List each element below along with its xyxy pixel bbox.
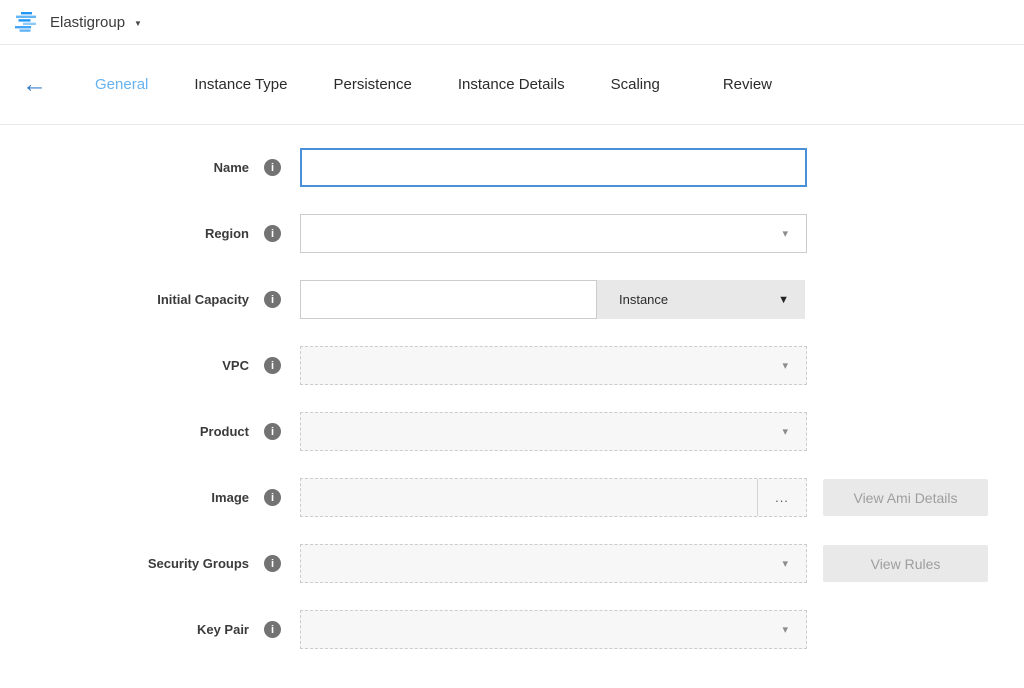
key-pair-info-icon[interactable]: i bbox=[264, 621, 281, 638]
security-groups-caret-icon: ▾ bbox=[782, 557, 788, 570]
image-browse-button[interactable]: ... bbox=[758, 479, 806, 516]
form-row-region: Region i ▾ bbox=[0, 214, 1024, 253]
initial-capacity-input[interactable] bbox=[300, 280, 597, 319]
security-groups-label: Security Groups bbox=[148, 556, 249, 571]
back-arrow-icon[interactable]: ← bbox=[22, 72, 47, 97]
elastigroup-logo-icon bbox=[14, 11, 40, 33]
tab-instance-type[interactable]: Instance Type bbox=[194, 76, 287, 93]
product-label: Product bbox=[200, 424, 249, 439]
security-groups-select: ▾ bbox=[300, 544, 807, 583]
key-pair-label: Key Pair bbox=[197, 622, 249, 637]
region-select[interactable]: ▾ bbox=[300, 214, 807, 253]
vpc-select: ▾ bbox=[300, 346, 807, 385]
tab-review[interactable]: Review bbox=[723, 76, 772, 93]
tab-general[interactable]: General bbox=[95, 76, 148, 93]
image-picker-value bbox=[301, 479, 757, 516]
product-info-icon[interactable]: i bbox=[264, 423, 281, 440]
app-switcher-caret-icon[interactable]: ▼ bbox=[134, 17, 142, 28]
form-row-security-groups: Security Groups i ▾ View Rules bbox=[0, 544, 1024, 583]
wizard-tab-bar: ← General Instance Type Persistence Inst… bbox=[0, 45, 1024, 125]
vpc-label: VPC bbox=[222, 358, 249, 373]
general-settings-form: Name i Region i ▾ Initial Capacity i Ins bbox=[0, 125, 1024, 649]
name-info-icon[interactable]: i bbox=[264, 159, 281, 176]
security-groups-info-icon[interactable]: i bbox=[264, 555, 281, 572]
image-label: Image bbox=[211, 490, 249, 505]
key-pair-caret-icon: ▾ bbox=[782, 623, 788, 636]
form-row-vpc: VPC i ▾ bbox=[0, 346, 1024, 385]
form-row-key-pair: Key Pair i ▾ bbox=[0, 610, 1024, 649]
vpc-caret-icon: ▾ bbox=[782, 359, 788, 372]
tab-scaling[interactable]: Scaling bbox=[611, 76, 660, 93]
initial-capacity-info-icon[interactable]: i bbox=[264, 291, 281, 308]
capacity-unit-value: Instance bbox=[619, 292, 668, 307]
app-switcher-label[interactable]: Elastigroup bbox=[50, 14, 125, 31]
key-pair-select: ▾ bbox=[300, 610, 807, 649]
name-input[interactable] bbox=[300, 148, 807, 187]
vpc-info-icon[interactable]: i bbox=[264, 357, 281, 374]
product-select: ▾ bbox=[300, 412, 807, 451]
initial-capacity-label: Initial Capacity bbox=[157, 292, 249, 307]
form-row-product: Product i ▾ bbox=[0, 412, 1024, 451]
image-info-icon[interactable]: i bbox=[264, 489, 281, 506]
region-info-icon[interactable]: i bbox=[264, 225, 281, 242]
view-rules-button[interactable]: View Rules bbox=[823, 545, 988, 582]
capacity-unit-caret-icon: ▼ bbox=[778, 294, 789, 306]
form-row-name: Name i bbox=[0, 148, 1024, 187]
top-bar: Elastigroup ▼ bbox=[0, 0, 1024, 45]
tab-persistence[interactable]: Persistence bbox=[334, 76, 412, 93]
tab-instance-details[interactable]: Instance Details bbox=[458, 76, 565, 93]
region-label: Region bbox=[205, 226, 249, 241]
image-picker: ... bbox=[300, 478, 807, 517]
form-row-image: Image i ... View Ami Details bbox=[0, 478, 1024, 517]
form-row-initial-capacity: Initial Capacity i Instance ▼ bbox=[0, 280, 1024, 319]
product-caret-icon: ▾ bbox=[782, 425, 788, 438]
capacity-unit-select[interactable]: Instance ▼ bbox=[597, 280, 805, 319]
region-caret-icon: ▾ bbox=[782, 227, 788, 240]
view-ami-details-button[interactable]: View Ami Details bbox=[823, 479, 988, 516]
name-label: Name bbox=[214, 160, 249, 175]
